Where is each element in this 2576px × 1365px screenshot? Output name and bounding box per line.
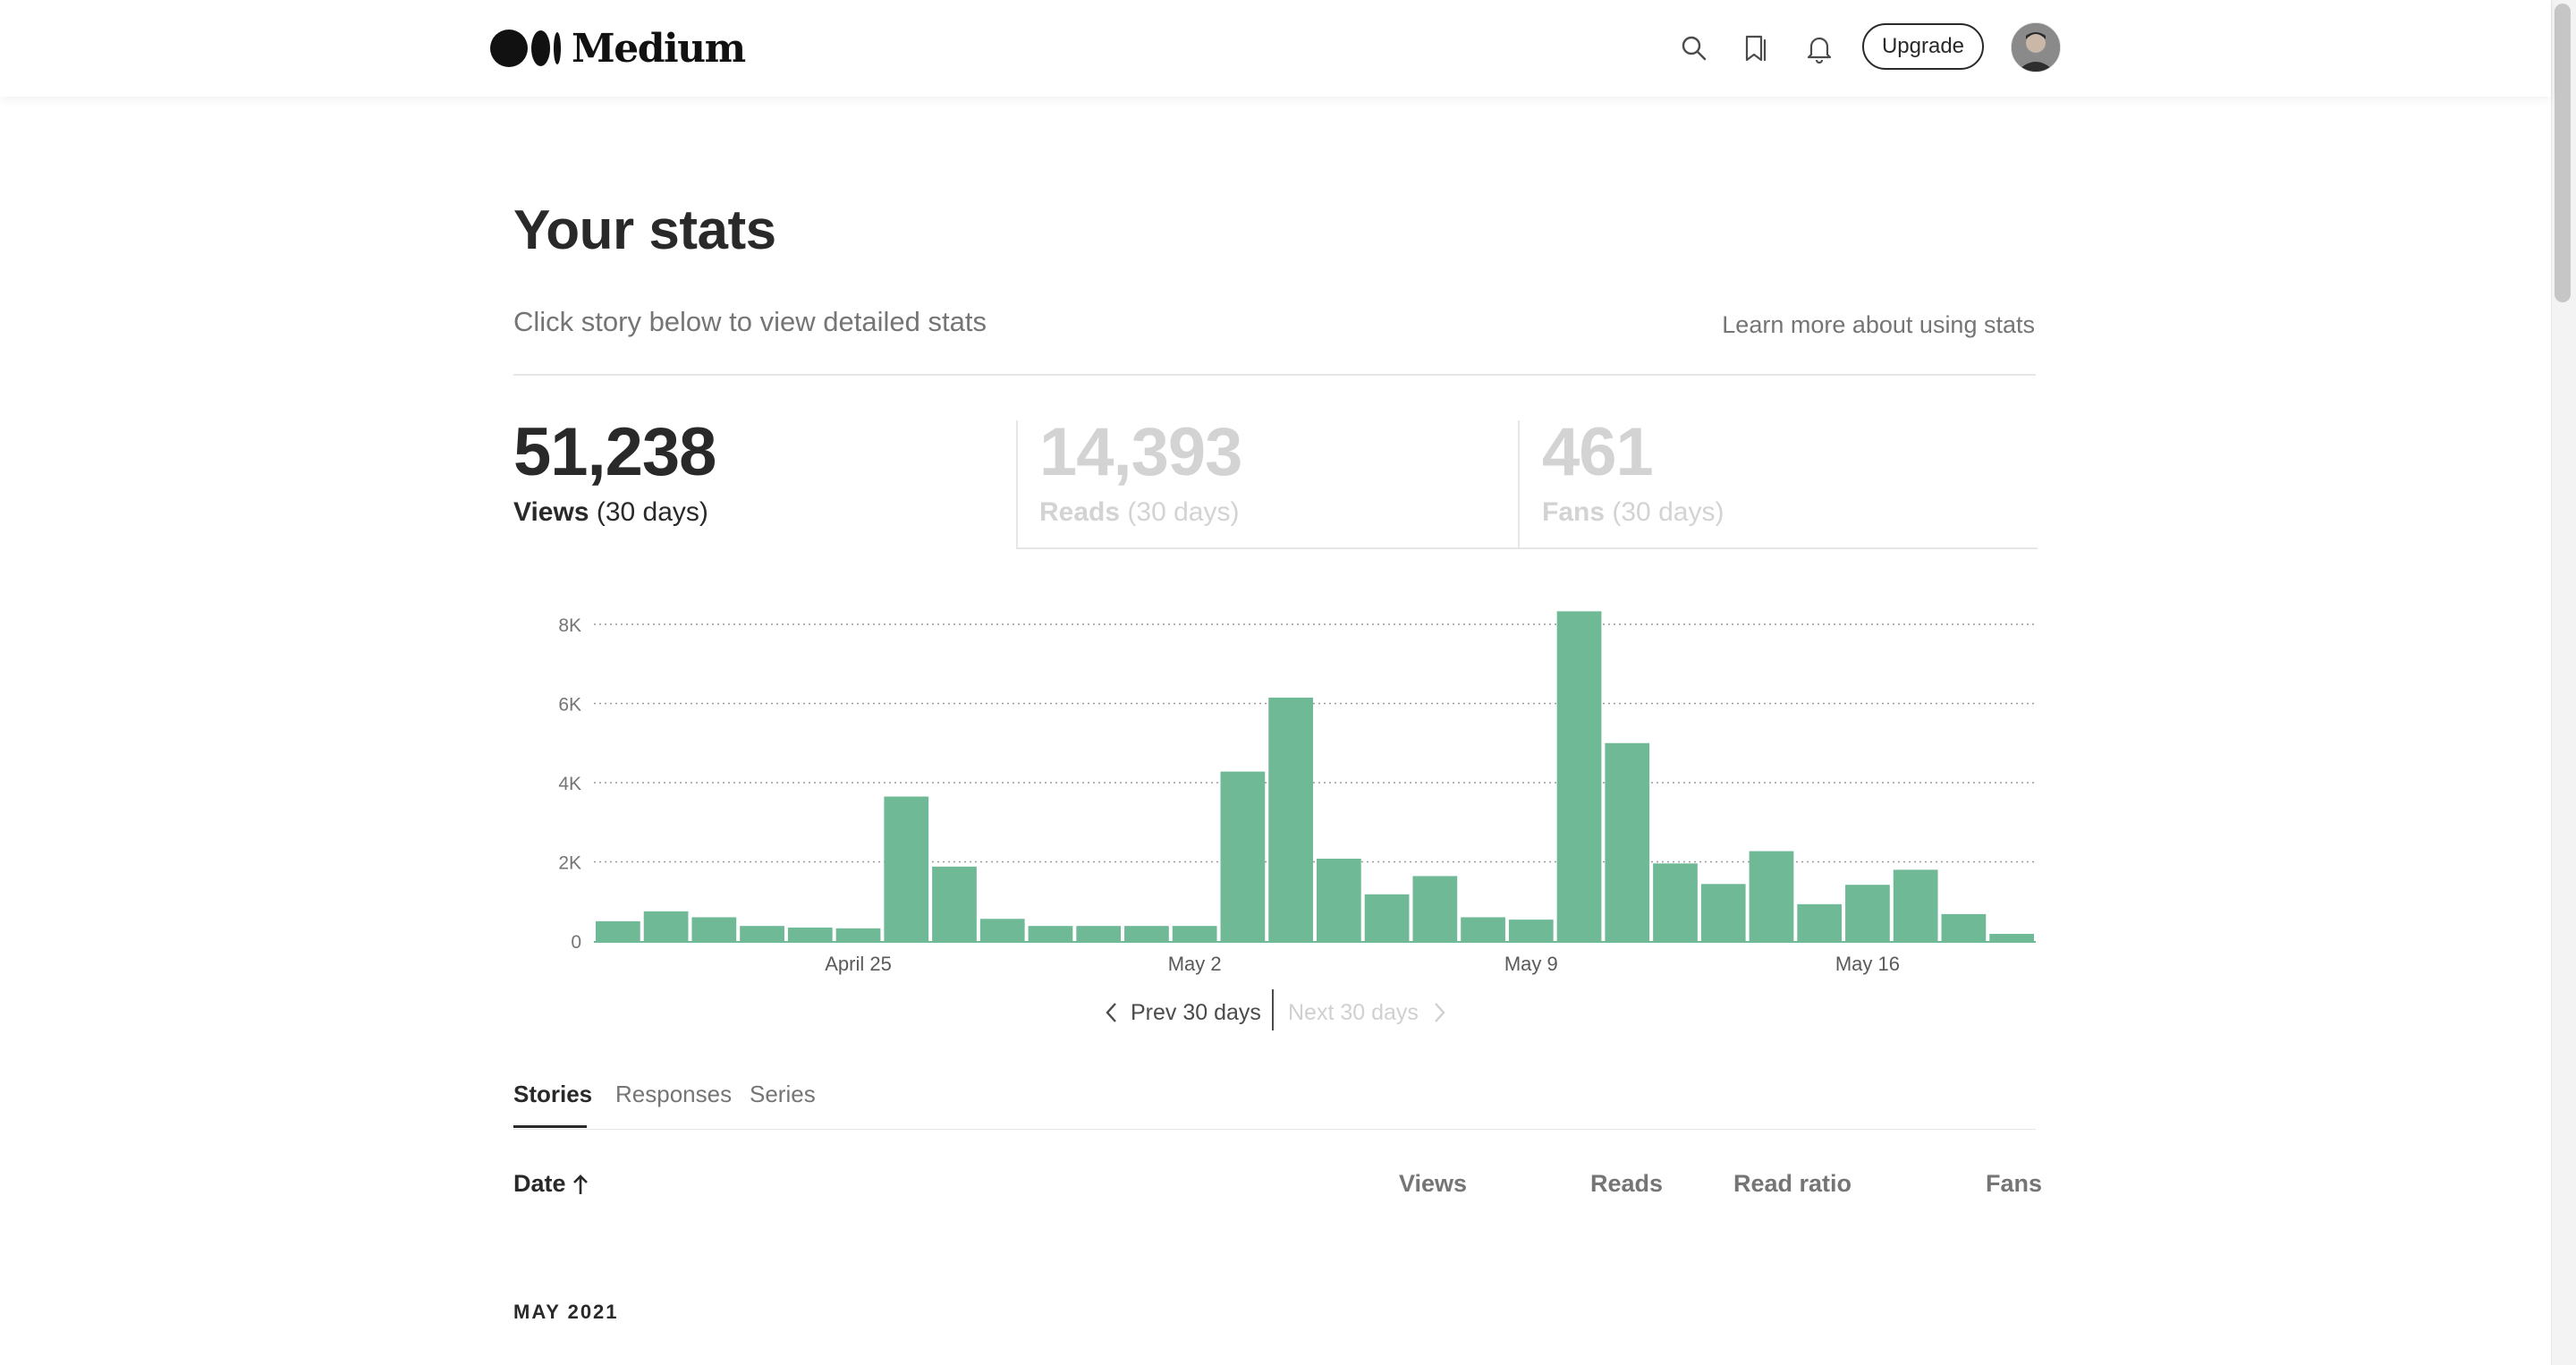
x-tick-label: May 2 [1168,953,1222,975]
chart-bar[interactable] [1220,771,1266,941]
y-tick-label: 6K [558,695,581,716]
views-bar-chart: 0 2K 4K 6K 8K April 25 May 2 May 9 May 16 [558,611,2036,975]
views-stat-label: Views [513,497,589,527]
fans-stat-tab[interactable]: 461 Fans (30 days) [1542,417,1724,528]
reads-stat-label: Reads [1039,497,1121,527]
prev-30-days-label: Prev 30 days [1131,999,1261,1025]
x-tick-label: May 9 [1504,953,1558,975]
chart-bar[interactable] [1412,876,1458,941]
chart-bar[interactable] [787,927,833,941]
scrollbar-thumb[interactable] [2555,4,2571,302]
header-divider [513,374,2036,376]
chart-bar[interactable] [1797,903,1843,941]
views-stat-value: 51,238 [513,414,716,490]
chart-bar[interactable] [1845,885,1890,941]
reads-stat-value: 14,393 [1039,414,1242,490]
tabs-divider [513,1129,2036,1130]
chart-bar[interactable] [1700,884,1746,941]
logo-wordmark: Medium [572,25,746,72]
chevron-right-icon [1435,1003,1445,1022]
chart-bar[interactable] [1605,742,1650,941]
page-subtitle: Click story below to view detailed stats [513,306,987,337]
tab-stories[interactable]: Stories [513,1081,592,1108]
chevron-left-icon [1106,1003,1116,1022]
chart-bar[interactable] [932,866,977,941]
medium-logo-icon [490,30,561,67]
chart-bar[interactable] [884,796,929,941]
upgrade-button[interactable]: Upgrade [1862,23,1984,70]
chart-bar[interactable] [1893,869,1938,941]
fans-column-header[interactable]: Fans [1986,1170,2042,1198]
chart-bar[interactable] [1556,611,1602,941]
chart-bar[interactable] [643,911,689,941]
date-column-label: Date [513,1170,566,1197]
date-sort-header[interactable]: Date [513,1170,589,1198]
tab-series[interactable]: Series [750,1081,816,1108]
reads-stat-tab[interactable]: 14,393 Reads (30 days) [1039,414,1242,528]
medium-logo[interactable]: Medium [490,25,746,72]
views-stat-tab[interactable]: 51,238 Views (30 days) [513,417,716,528]
views-stat-period: (30 days) [596,497,708,527]
chart-bar[interactable] [596,920,640,941]
chart-bar[interactable] [1172,926,1217,941]
chart-bar[interactable] [1461,917,1505,941]
chart-bar[interactable] [1364,894,1410,941]
y-tick-label: 2K [558,853,581,874]
chart-bar[interactable] [1076,926,1122,941]
views-column-header[interactable]: Views [1399,1170,1467,1198]
chart-bar[interactable] [1124,926,1169,941]
chart-bar[interactable] [740,926,784,941]
chart-bar[interactable] [1941,913,1987,941]
prev-30-days-button[interactable]: Prev 30 days [1102,995,1261,1030]
nav-divider [1272,989,1274,1030]
fans-stat-period: (30 days) [1612,497,1724,527]
notifications-icon[interactable] [1798,27,1841,70]
selected-tab-indicator [513,1125,587,1128]
chart-bar[interactable] [1749,851,1794,941]
chart-bar[interactable] [1268,697,1313,941]
next-30-days-label: Next 30 days [1288,999,1419,1025]
y-tick-label: 8K [558,615,581,636]
chart-bar[interactable] [1653,863,1698,941]
reads-column-header[interactable]: Reads [1590,1170,1663,1198]
chart-bar[interactable] [1508,920,1554,941]
fans-stat-value: 461 [1542,414,1654,490]
sort-ascending-arrow-icon [572,1174,588,1194]
read-ratio-column-header[interactable]: Read ratio [1733,1170,1852,1198]
chart-bar[interactable] [835,928,881,941]
search-icon[interactable] [1673,27,1716,70]
learn-more-link[interactable]: Learn more about using stats [1722,311,2035,339]
x-tick-label: April 25 [825,953,892,975]
top-navigation-bar: Medium Upgrade [0,0,2551,97]
user-avatar[interactable] [2011,22,2061,72]
tab-responses[interactable]: Responses [615,1081,732,1108]
page-title: Your stats [513,199,776,261]
month-group-heading: MAY 2021 [513,1301,619,1323]
chart-bar[interactable] [1028,926,1073,941]
fans-stat-label: Fans [1542,497,1606,527]
chart-bar[interactable] [979,919,1025,941]
chart-bar[interactable] [1989,934,2034,941]
bookmarks-icon[interactable] [1735,27,1778,70]
x-tick-label: May 16 [1835,953,1900,975]
chart-bar[interactable] [691,917,737,941]
y-tick-label: 4K [558,774,581,794]
reads-stat-period: (30 days) [1127,497,1240,527]
chart-bar[interactable] [1317,858,1361,941]
y-tick-label: 0 [571,932,581,953]
next-30-days-button[interactable]: Next 30 days [1288,995,1449,1030]
